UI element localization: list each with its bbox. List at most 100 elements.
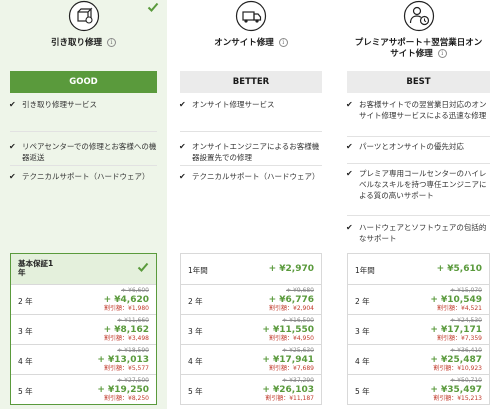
discount-amount: 割引額：¥4,950 xyxy=(269,335,314,342)
year-label: 4 年 xyxy=(18,357,33,366)
feature-item: ✔ オンサイトエンジニアによるお客様機器設置先での修理 xyxy=(179,142,320,162)
plan-title: 引き取り修理 i xyxy=(0,38,167,49)
original-price: + ¥15,070 xyxy=(450,287,482,294)
price-table: 1年間 + ¥2,970 2 年 + ¥9,680 + ¥6,776 割引額：¥… xyxy=(180,253,322,405)
price: + ¥2,970 xyxy=(268,264,314,274)
year-label: 3 年 xyxy=(18,327,33,336)
discounted-price: + ¥10,549 xyxy=(430,295,482,305)
check-icon: ✔ xyxy=(346,169,353,178)
selected-check-icon xyxy=(147,2,159,12)
original-price: + ¥50,710 xyxy=(450,377,482,384)
check-icon: ✔ xyxy=(179,100,186,109)
original-price: + ¥36,410 xyxy=(450,347,482,354)
plan-card-best[interactable]: プレミアサポート＋翌営業日オン サイト修理 i BEST ✔ お客様サイトでの翌営業… xyxy=(337,0,500,409)
original-price: + ¥25,630 xyxy=(282,347,314,354)
price-row[interactable]: 3 年 + ¥16,500 + ¥11,550 割引額：¥4,950 xyxy=(181,314,321,344)
price-row[interactable]: 4 年 + ¥18,590 + ¥13,013 割引額：¥5,577 xyxy=(11,344,156,374)
year-label: 3 年 xyxy=(355,327,370,336)
check-icon: ✔ xyxy=(346,142,353,151)
discount-amount: 割引額：¥5,577 xyxy=(104,365,149,372)
original-price: + ¥37,290 xyxy=(282,377,314,384)
feature-item: ✔ オンサイト修理サービス xyxy=(179,100,275,109)
original-price: + ¥18,590 xyxy=(117,347,149,354)
year-label: 2 年 xyxy=(355,297,370,306)
check-icon: ✔ xyxy=(179,172,186,181)
discounted-price: + ¥35,497 xyxy=(430,385,482,395)
plan-title: プレミアサポート＋翌営業日オン サイト修理 i xyxy=(354,38,483,59)
check-icon: ✔ xyxy=(9,172,16,181)
year-label: 5 年 xyxy=(355,387,370,396)
price-row[interactable]: 2 年 + ¥6,600 + ¥4,620 割引額：¥1,980 xyxy=(11,284,156,314)
discounted-price: + ¥4,620 xyxy=(103,295,149,305)
year-label: 1年間 xyxy=(188,266,208,275)
discounted-price: + ¥11,550 xyxy=(262,325,314,335)
divider xyxy=(180,165,322,166)
original-price: + ¥27,500 xyxy=(117,377,149,384)
original-price: + ¥6,600 xyxy=(121,287,149,294)
info-icon[interactable]: i xyxy=(107,38,116,47)
check-icon: ✔ xyxy=(346,223,353,232)
original-price: + ¥24,530 xyxy=(450,317,482,324)
price-row-base[interactable]: 基本保証1年 xyxy=(11,254,156,284)
plan-card-good[interactable]: 引き取り修理 i GOOD ✔ 引き取り修理サービス ✔ リペアセンターでの修理とお客… xyxy=(0,0,167,409)
discount-amount: 割引額：¥3,498 xyxy=(104,335,149,342)
onsite-repair-truck-icon xyxy=(235,0,267,32)
discounted-price: + ¥26,103 xyxy=(262,385,314,395)
year-label: 基本保証1年 xyxy=(18,259,54,277)
year-label: 2 年 xyxy=(18,297,33,306)
year-label: 4 年 xyxy=(188,357,203,366)
divider xyxy=(180,131,322,132)
pickup-repair-icon xyxy=(68,0,100,32)
price-row[interactable]: 5 年 + ¥50,710 + ¥35,497 割引額：¥15,213 xyxy=(348,374,489,404)
year-label: 1年間 xyxy=(355,266,375,275)
check-icon: ✔ xyxy=(346,100,353,109)
price-table: 基本保証1年 2 年 + ¥6,600 + ¥4,620 割引額：¥1,980 … xyxy=(10,253,157,405)
discount-amount: 割引額：¥8,250 xyxy=(104,395,149,402)
info-icon[interactable]: i xyxy=(437,49,447,58)
plan-title: オンサイト修理 i xyxy=(170,38,332,49)
tier-label-better: BETTER xyxy=(180,71,322,93)
info-icon[interactable]: i xyxy=(278,38,288,47)
feature-item: ✔ テクニカルサポート（ハードウェア） xyxy=(9,172,150,181)
feature-item: ✔ 引き取り修理サービス xyxy=(9,100,97,109)
discount-amount: 割引額：¥7,359 xyxy=(437,335,482,342)
feature-item: ✔ ハードウェアとソフトウェアの包括的なサポート xyxy=(346,223,487,243)
price-row[interactable]: 1年間 + ¥2,970 xyxy=(181,254,321,284)
price-row[interactable]: 2 年 + ¥15,070 + ¥10,549 割引額：¥4,521 xyxy=(348,284,489,314)
price-row[interactable]: 5 年 + ¥37,290 + ¥26,103 割引額：¥11,187 xyxy=(181,374,321,404)
price-row[interactable]: 2 年 + ¥9,680 + ¥6,776 割引額：¥2,904 xyxy=(181,284,321,314)
discount-amount: 割引額：¥7,689 xyxy=(269,365,314,372)
price-row[interactable]: 3 年 + ¥24,530 + ¥17,171 割引額：¥7,359 xyxy=(348,314,489,344)
divider xyxy=(347,215,490,216)
year-label: 5 年 xyxy=(18,387,33,396)
price-row[interactable]: 3 年 + ¥11,660 + ¥8,162 割引額：¥3,498 xyxy=(11,314,156,344)
selected-check-icon xyxy=(137,262,149,272)
original-price: + ¥16,500 xyxy=(282,317,314,324)
discount-amount: 割引額：¥2,904 xyxy=(269,305,314,312)
year-label: 3 年 xyxy=(188,327,203,336)
price-row[interactable]: 5 年 + ¥27,500 + ¥19,250 割引額：¥8,250 xyxy=(11,374,156,404)
discount-amount: 割引額：¥4,521 xyxy=(437,305,482,312)
price-row[interactable]: 4 年 + ¥25,630 + ¥17,941 割引額：¥7,689 xyxy=(181,344,321,374)
divider xyxy=(10,165,157,166)
price: + ¥5,610 xyxy=(436,264,482,274)
check-icon: ✔ xyxy=(179,142,186,151)
price-row[interactable]: 4 年 + ¥36,410 + ¥25,487 割引額：¥10,923 xyxy=(348,344,489,374)
check-icon: ✔ xyxy=(9,142,16,151)
year-label: 5 年 xyxy=(188,387,203,396)
original-price: + ¥9,680 xyxy=(286,287,314,294)
tier-label-best: BEST xyxy=(347,71,490,93)
price-row[interactable]: 1年間 + ¥5,610 xyxy=(348,254,489,284)
discounted-price: + ¥6,776 xyxy=(268,295,314,305)
divider xyxy=(347,163,490,164)
plan-card-better[interactable]: オンサイト修理 i BETTER ✔ オンサイト修理サービス ✔ オンサイトエンジニア… xyxy=(170,0,332,409)
discount-amount: 割引額：¥10,923 xyxy=(433,365,482,372)
discounted-price: + ¥17,941 xyxy=(262,355,314,365)
feature-item: ✔ テクニカルサポート（ハードウェア） xyxy=(179,172,320,181)
year-label: 4 年 xyxy=(355,357,370,366)
discount-amount: 割引額：¥15,213 xyxy=(433,395,482,402)
original-price: + ¥11,660 xyxy=(117,317,149,324)
discounted-price: + ¥25,487 xyxy=(430,355,482,365)
feature-item: ✔ プレミア専用コールセンターのハイレベルなスキルを持つ専任エンジニアによる質の高… xyxy=(346,169,487,200)
check-icon: ✔ xyxy=(9,100,16,109)
